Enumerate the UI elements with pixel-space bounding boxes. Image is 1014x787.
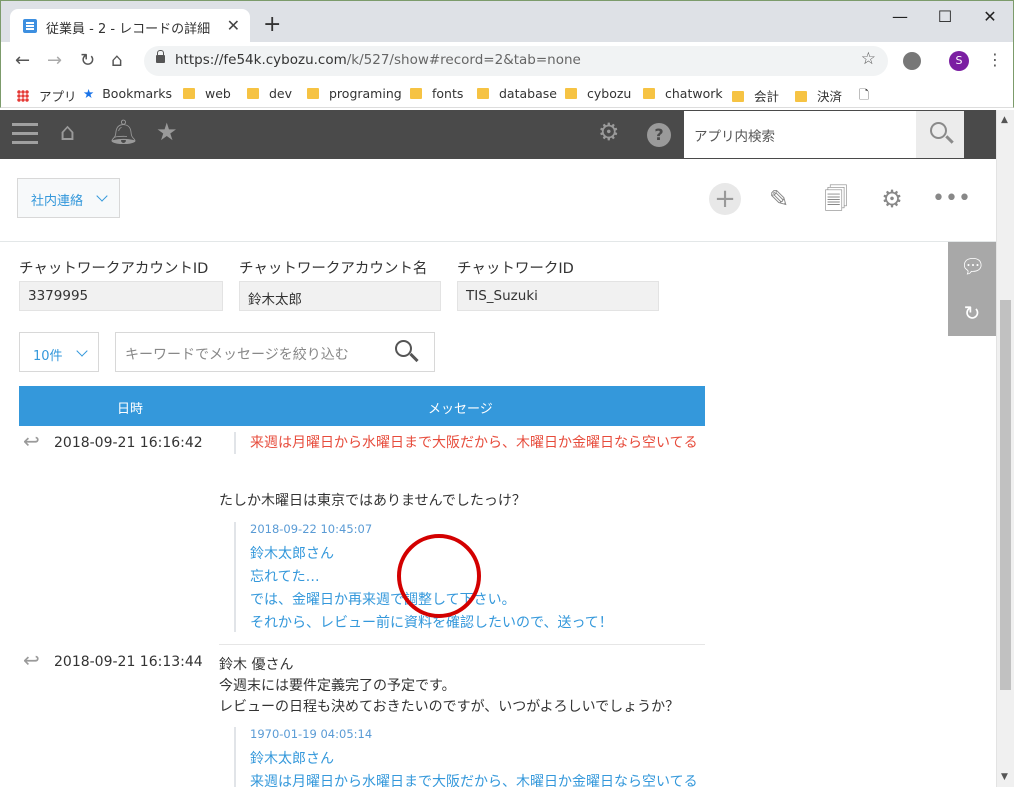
bookmark-accounting[interactable]: 会計 bbox=[732, 86, 779, 105]
duplicate-icon[interactable]: 🗐 bbox=[820, 183, 852, 215]
folder-icon bbox=[477, 88, 489, 99]
bookmark-dev[interactable]: dev bbox=[247, 86, 292, 101]
quote-timestamp: 1970-01-19 04:05:14 bbox=[250, 727, 373, 741]
folder-icon bbox=[795, 91, 807, 102]
settings-gear-icon[interactable]: ⚙ bbox=[876, 183, 908, 215]
bookmark-cybozu[interactable]: cybozu bbox=[565, 86, 631, 101]
folder-icon bbox=[732, 91, 744, 102]
add-record-button[interactable]: + bbox=[709, 183, 741, 215]
app-header: ⌂ 🔔︎ ★ ⚙ ? アプリ内検索 bbox=[0, 110, 996, 159]
quote-line: 鈴木太郎さん bbox=[250, 751, 334, 767]
chevron-down-icon bbox=[76, 345, 88, 357]
bookmark-bookmarks[interactable]: ★ Bookmarks bbox=[83, 86, 172, 101]
profile-avatar[interactable]: S bbox=[949, 51, 969, 71]
field-label-chatwork-id: チャットワークID bbox=[457, 261, 574, 277]
reply-icon[interactable]: ↩ bbox=[23, 431, 40, 451]
minimize-button[interactable]: — bbox=[877, 7, 923, 26]
folder-icon bbox=[307, 88, 319, 99]
bookmark-web[interactable]: web bbox=[183, 86, 231, 101]
url-text: https://fe54k.cybozu.com/k/527/show#reco… bbox=[175, 52, 581, 68]
help-icon[interactable]: ? bbox=[647, 123, 671, 147]
column-header-datetime: 日時 bbox=[117, 402, 144, 417]
close-tab-icon[interactable]: ✕ bbox=[227, 16, 240, 35]
search-icon bbox=[930, 122, 947, 139]
folder-icon bbox=[643, 88, 655, 99]
page-size-select[interactable]: 10件 bbox=[19, 332, 99, 372]
scroll-down-icon[interactable]: ▼ bbox=[1001, 772, 1008, 782]
search-icon[interactable] bbox=[395, 340, 412, 357]
window-close-button[interactable]: ✕ bbox=[967, 7, 1013, 26]
quoted-message-text: 来週は月曜日から水曜日まで大阪だから、木曜日か金曜日なら空いてる bbox=[250, 435, 698, 451]
reload-icon[interactable]: ↻ bbox=[80, 50, 95, 71]
more-options-icon[interactable]: ••• bbox=[932, 183, 971, 215]
browser-toolbar: ← → ↻ ⌂ https://fe54k.cybozu.com/k/527/s… bbox=[0, 42, 1014, 80]
field-value-chatwork-id: TIS_Suzuki bbox=[457, 281, 659, 311]
browser-tabstrip: 従業員 - 2 - レコードの詳細 ✕ + — ☐ ✕ bbox=[0, 0, 1014, 43]
search-button[interactable] bbox=[916, 111, 964, 158]
field-value-account-id: 3379995 bbox=[19, 281, 223, 311]
new-tab-button[interactable]: + bbox=[263, 14, 281, 36]
bookmark-payment[interactable]: 決済 bbox=[795, 86, 842, 105]
browser-tab[interactable]: 従業員 - 2 - レコードの詳細 ✕ bbox=[10, 9, 250, 43]
message-line: レビューの日程も決めておきたいのですが、いつがよろしいでしょうか？ bbox=[219, 699, 680, 715]
bookmark-apps[interactable]: アプリ bbox=[17, 86, 77, 105]
history-icon[interactable]: ↻ bbox=[960, 301, 984, 325]
bell-icon[interactable]: 🔔︎ bbox=[108, 120, 138, 144]
app-favicon-icon bbox=[23, 19, 37, 33]
bookmark-database[interactable]: database bbox=[477, 86, 557, 101]
row-datetime: 2018-09-21 16:16:42 bbox=[54, 435, 203, 451]
keyword-filter-input[interactable]: キーワードでメッセージを絞り込む bbox=[115, 332, 435, 372]
row-separator bbox=[219, 644, 705, 645]
browser-menu-icon[interactable]: ⋮ bbox=[987, 50, 1003, 69]
forward-arrow-icon[interactable]: → bbox=[47, 50, 62, 71]
gear-icon[interactable]: ⚙ bbox=[598, 120, 620, 144]
star-icon[interactable]: ★ bbox=[156, 120, 178, 144]
bookmark-star-icon[interactable]: ☆ bbox=[861, 49, 876, 69]
page-scrollbar[interactable]: ▲ ▼ bbox=[996, 110, 1014, 787]
bookmark-programing[interactable]: programing bbox=[307, 86, 402, 101]
comment-icon[interactable]: 💬︎ bbox=[960, 254, 985, 278]
menu-icon[interactable] bbox=[12, 123, 38, 126]
field-value-account-name: 鈴木太郎 bbox=[239, 281, 441, 311]
scrollbar-thumb[interactable] bbox=[1000, 300, 1011, 690]
quote-line: 来週は月曜日から水曜日まで大阪だから、木曜日か金曜日なら空いてる bbox=[250, 774, 698, 787]
side-panel: 💬︎ ↻ bbox=[948, 242, 996, 336]
apps-grid-icon bbox=[17, 90, 29, 102]
table-header: 日時 メッセージ bbox=[19, 386, 705, 426]
home-icon[interactable]: ⌂ bbox=[111, 50, 122, 71]
message-body: たしか木曜日は東京ではありませんでしたっけ？ bbox=[219, 493, 526, 509]
field-label-account-id: チャットワークアカウントID bbox=[19, 261, 209, 277]
view-selector[interactable]: 社内連絡 bbox=[17, 178, 120, 218]
lock-icon bbox=[156, 50, 165, 63]
click-indicator-circle bbox=[397, 534, 481, 618]
reply-icon[interactable]: ↩ bbox=[23, 650, 40, 670]
chevron-down-icon bbox=[96, 190, 108, 202]
row-datetime: 2018-09-21 16:13:44 bbox=[54, 654, 203, 670]
bookmark-fonts[interactable]: fonts bbox=[410, 86, 463, 101]
document-icon[interactable]: 🗋 bbox=[859, 86, 869, 107]
column-header-message: メッセージ bbox=[428, 402, 493, 417]
message-line: 鈴木 優さん bbox=[219, 657, 294, 673]
field-label-account-name: チャットワークアカウント名 bbox=[239, 261, 428, 277]
bookmarks-bar: アプリ ★ Bookmarks web dev programing fonts … bbox=[0, 80, 1014, 108]
quoted-message: 来週は月曜日から水曜日まで大阪だから、木曜日か金曜日なら空いてる bbox=[234, 432, 698, 454]
message-line: 今週末には要件定義完了の予定です。 bbox=[219, 678, 456, 694]
extension-icon[interactable] bbox=[903, 52, 921, 70]
folder-icon bbox=[565, 88, 577, 99]
tab-title: 従業員 - 2 - レコードの詳細 bbox=[46, 22, 211, 37]
star-icon: ★ bbox=[83, 86, 95, 101]
folder-icon bbox=[410, 88, 422, 99]
edit-icon[interactable]: ✎ bbox=[763, 183, 795, 215]
folder-icon bbox=[247, 88, 259, 99]
back-arrow-icon[interactable]: ← bbox=[15, 50, 30, 71]
reply-quote: 1970-01-19 04:05:14 鈴木太郎さん 来週は月曜日から水曜日まで… bbox=[234, 727, 698, 787]
scroll-up-icon[interactable]: ▲ bbox=[1001, 115, 1008, 125]
folder-icon bbox=[183, 88, 195, 99]
app-search-input[interactable]: アプリ内検索 bbox=[684, 111, 916, 158]
home-icon[interactable]: ⌂ bbox=[60, 120, 75, 144]
address-bar[interactable]: https://fe54k.cybozu.com/k/527/show#reco… bbox=[144, 46, 888, 76]
maximize-button[interactable]: ☐ bbox=[922, 7, 968, 26]
header-divider bbox=[0, 241, 996, 242]
bookmark-chatwork[interactable]: chatwork bbox=[643, 86, 723, 101]
